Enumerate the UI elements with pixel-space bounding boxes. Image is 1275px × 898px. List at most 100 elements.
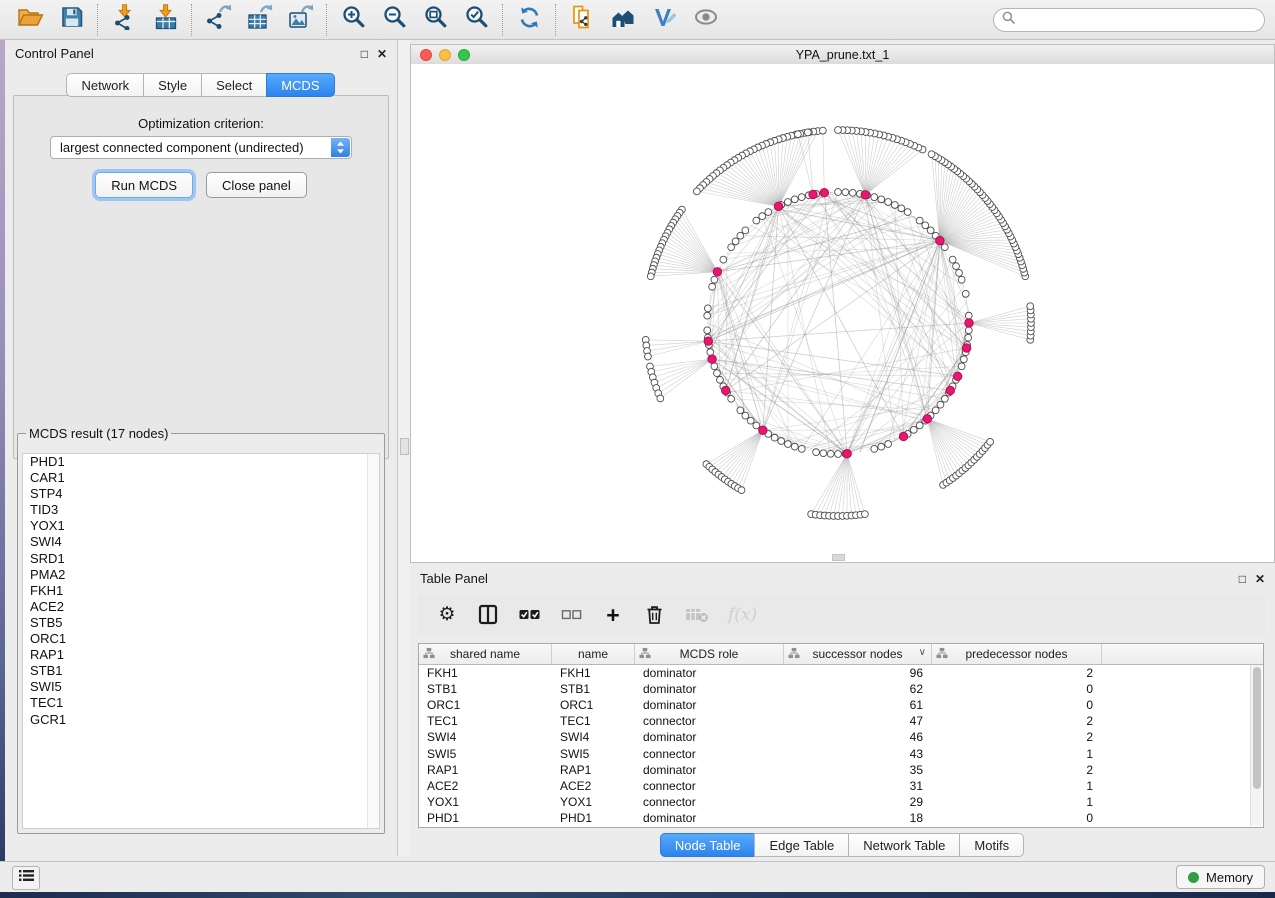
close-window-icon[interactable] xyxy=(420,49,432,61)
tab-node-table[interactable]: Node Table xyxy=(660,833,756,857)
mcds-result-item[interactable]: STP4 xyxy=(23,486,379,502)
columns-icon[interactable] xyxy=(477,603,499,627)
import-table-button[interactable] xyxy=(145,3,186,37)
panel-splitter[interactable] xyxy=(398,40,410,856)
gear-icon[interactable]: ⚙ xyxy=(436,603,458,627)
tab-motifs[interactable]: Motifs xyxy=(959,833,1024,857)
memory-button[interactable]: Memory xyxy=(1176,865,1265,889)
mcds-result-item[interactable]: PHD1 xyxy=(23,454,379,470)
cell-predecessor_nodes: 1 xyxy=(932,747,1102,761)
column-header-name[interactable]: name xyxy=(552,644,635,664)
table-row[interactable]: RAP1RAP1dominator352 xyxy=(419,762,1263,778)
node-table[interactable]: shared namenameMCDS rolesuccessor nodes∨… xyxy=(418,643,1264,828)
column-header-successor-nodes[interactable]: successor nodes∨ xyxy=(784,644,932,664)
export-table-button[interactable] xyxy=(239,3,280,37)
tab-style[interactable]: Style xyxy=(143,73,202,97)
cell-successor_nodes: 46 xyxy=(784,730,932,744)
cell-shared_name: FKH1 xyxy=(419,666,552,680)
mcds-result-item[interactable]: RAP1 xyxy=(23,647,379,663)
search-input[interactable] xyxy=(1020,12,1256,28)
table-row[interactable]: FKH1FKH1dominator962 xyxy=(419,665,1263,681)
close-panel-icon[interactable]: ✕ xyxy=(377,48,387,60)
table-row[interactable]: YOX1YOX1connector291 xyxy=(419,794,1263,810)
copy-document-button[interactable] xyxy=(562,3,603,37)
table-row[interactable]: ORC1ORC1dominator610 xyxy=(419,697,1263,713)
float-table-panel-icon[interactable]: □ xyxy=(1239,573,1246,585)
mcds-result-list[interactable]: PHD1CAR1STP4TID3YOX1SWI4SRD1PMA2FKH1ACE2… xyxy=(22,453,380,829)
splitter-handle[interactable] xyxy=(400,438,409,455)
tab-network-table[interactable]: Network Table xyxy=(848,833,960,857)
table-scrollbar-thumb[interactable] xyxy=(1253,667,1261,789)
network-window-titlebar[interactable]: YPA_prune.txt_1 xyxy=(411,45,1274,65)
table-row[interactable]: ACE2ACE2connector311 xyxy=(419,778,1263,794)
column-header-MCDS-role[interactable]: MCDS role xyxy=(635,644,784,664)
mcds-result-item[interactable]: PMA2 xyxy=(23,567,379,583)
table-row[interactable]: PHD1PHD1dominator180 xyxy=(419,810,1263,826)
zoom-in-button[interactable] xyxy=(333,3,374,37)
deselect-all-icon[interactable] xyxy=(560,603,583,627)
cell-shared_name: YOX1 xyxy=(419,795,552,809)
mcds-result-item[interactable]: TID3 xyxy=(23,502,379,518)
close-panel-button[interactable]: Close panel xyxy=(206,172,307,198)
houses-button[interactable] xyxy=(603,3,644,37)
mcds-result-item[interactable]: STB5 xyxy=(23,615,379,631)
tab-mcds[interactable]: MCDS xyxy=(266,73,334,97)
cell-shared_name: SWI5 xyxy=(419,747,552,761)
zoom-selected-button[interactable] xyxy=(456,3,497,37)
table-row[interactable]: TEC1TEC1connector472 xyxy=(419,713,1263,729)
refresh-button[interactable] xyxy=(509,3,550,37)
float-panel-icon[interactable]: □ xyxy=(361,48,368,60)
add-icon[interactable]: + xyxy=(602,603,624,627)
table-row[interactable]: STB1STB1dominator620 xyxy=(419,681,1263,697)
import-network-button[interactable] xyxy=(104,3,145,37)
criterion-dropdown[interactable]: largest connected component (undirected) xyxy=(50,136,352,159)
cell-shared_name: PHD1 xyxy=(419,811,552,825)
network-graph[interactable] xyxy=(411,64,1274,562)
open-file-button[interactable] xyxy=(10,3,51,37)
tab-select[interactable]: Select xyxy=(201,73,267,97)
table-row[interactable]: SWI4SWI4dominator462 xyxy=(419,729,1263,745)
tab-edge-table[interactable]: Edge Table xyxy=(754,833,849,857)
close-table-panel-icon[interactable]: ✕ xyxy=(1255,573,1265,585)
table-scrollbar[interactable] xyxy=(1250,665,1262,826)
maximize-window-icon[interactable] xyxy=(458,49,470,61)
mcds-result-item[interactable]: ORC1 xyxy=(23,631,379,647)
cell-successor_nodes: 18 xyxy=(784,811,932,825)
table-row[interactable]: SWI5SWI5connector431 xyxy=(419,745,1263,761)
eye-button[interactable] xyxy=(685,3,726,37)
toolbar-separator xyxy=(555,4,557,36)
mcds-result-item[interactable]: STB1 xyxy=(23,663,379,679)
mcds-result-item[interactable]: SWI5 xyxy=(23,679,379,695)
mcds-result-item[interactable]: CAR1 xyxy=(23,470,379,486)
zoom-fit-button[interactable] xyxy=(415,3,456,37)
export-network-button[interactable] xyxy=(198,3,239,37)
mcds-list-scrollbar[interactable] xyxy=(367,454,379,828)
zoom-out-button[interactable] xyxy=(374,3,415,37)
mcds-result-item[interactable]: GCR1 xyxy=(23,712,379,728)
visual-style-button[interactable] xyxy=(644,3,685,37)
task-history-button[interactable] xyxy=(12,866,40,890)
cell-mcds_role: dominator xyxy=(635,763,784,777)
column-header-shared-name[interactable]: shared name xyxy=(419,644,552,664)
export-image-button[interactable] xyxy=(280,3,321,37)
minimize-window-icon[interactable] xyxy=(439,49,451,61)
select-all-icon[interactable] xyxy=(518,603,541,627)
mcds-result-item[interactable]: SWI4 xyxy=(23,534,379,550)
tab-network[interactable]: Network xyxy=(66,73,144,97)
mcds-result-item[interactable]: YOX1 xyxy=(23,518,379,534)
delete-icon[interactable] xyxy=(643,603,666,627)
hierarchy-icon xyxy=(423,647,435,662)
save-button[interactable] xyxy=(51,3,92,37)
mcds-result-item[interactable]: FKH1 xyxy=(23,583,379,599)
column-header-predecessor-nodes[interactable]: predecessor nodes xyxy=(932,644,1102,664)
search-box[interactable] xyxy=(993,8,1265,32)
run-mcds-button[interactable]: Run MCDS xyxy=(95,172,193,198)
toolbar-separator xyxy=(97,4,99,36)
mcds-result-item[interactable]: SRD1 xyxy=(23,551,379,567)
canvas-splitter-handle[interactable] xyxy=(832,554,845,561)
cell-name: FKH1 xyxy=(552,666,635,680)
mcds-result-item[interactable]: TEC1 xyxy=(23,695,379,711)
cell-name: RAP1 xyxy=(552,763,635,777)
mcds-result-item[interactable]: ACE2 xyxy=(23,599,379,615)
network-canvas[interactable] xyxy=(411,64,1274,562)
